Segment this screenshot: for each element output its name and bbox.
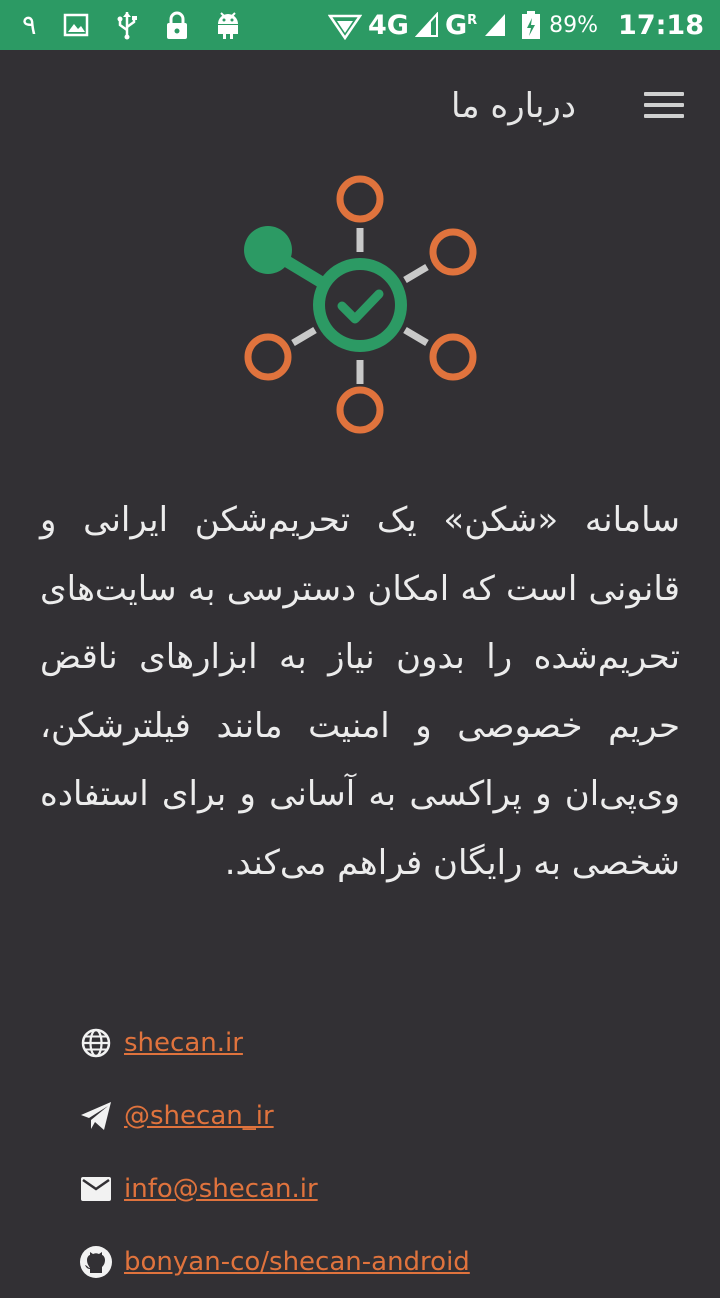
link-email-text[interactable]: info@shecan.ir <box>124 1174 318 1204</box>
battery-icon <box>522 11 541 39</box>
network-type-g: GR <box>445 10 477 41</box>
github-icon <box>78 1244 114 1280</box>
link-github-text[interactable]: bonyan-co/shecan-android <box>124 1247 470 1277</box>
hotspot-icon <box>328 14 362 40</box>
link-telegram-text[interactable]: @shecan_ir <box>124 1101 274 1131</box>
status-bar-left: ۹ <box>22 8 241 42</box>
hamburger-menu-icon[interactable] <box>644 92 684 122</box>
link-website[interactable]: shecan.ir <box>78 1006 678 1079</box>
logo-hub-inner <box>325 270 395 340</box>
logo-green-dot <box>244 226 292 274</box>
network-type-4g: 4G <box>368 9 409 41</box>
link-website-text[interactable]: shecan.ir <box>124 1028 243 1058</box>
shecan-logo <box>244 175 477 434</box>
menu-bar-line <box>644 103 684 107</box>
menu-bar-line <box>644 92 684 96</box>
status-bar: ۹ 4G GR 89% 17:18 <box>0 0 720 50</box>
link-email[interactable]: info@shecan.ir <box>78 1152 678 1225</box>
android-icon <box>217 12 238 39</box>
lock-icon <box>166 11 187 39</box>
network-type-g-letter: G <box>444 9 468 41</box>
app-bar <box>0 50 720 170</box>
contact-links: shecan.ir @shecan_ir info@shecan.ir bony… <box>78 1006 678 1298</box>
signal-icon <box>485 14 506 36</box>
telegram-icon <box>78 1098 114 1134</box>
link-github[interactable]: bonyan-co/shecan-android <box>78 1225 678 1298</box>
clock: 17:18 <box>618 9 704 41</box>
battery-percent: 89% <box>549 12 599 38</box>
globe-icon <box>78 1025 114 1061</box>
link-telegram[interactable]: @shecan_ir <box>78 1079 678 1152</box>
about-description: سامانه «شکن» یک تحریم‌شکن ایرانی و قانون… <box>40 500 680 883</box>
signal-icon <box>414 12 438 37</box>
usb-icon <box>117 12 137 40</box>
page-title: درباره ما <box>451 86 576 126</box>
menu-bar-line <box>644 114 684 118</box>
roaming-indicator: R <box>467 12 478 28</box>
email-icon <box>78 1171 114 1207</box>
status-bar-right: 4G GR 89% 17:18 <box>328 8 704 42</box>
image-icon <box>63 13 88 37</box>
status-digit: ۹ <box>22 9 37 41</box>
